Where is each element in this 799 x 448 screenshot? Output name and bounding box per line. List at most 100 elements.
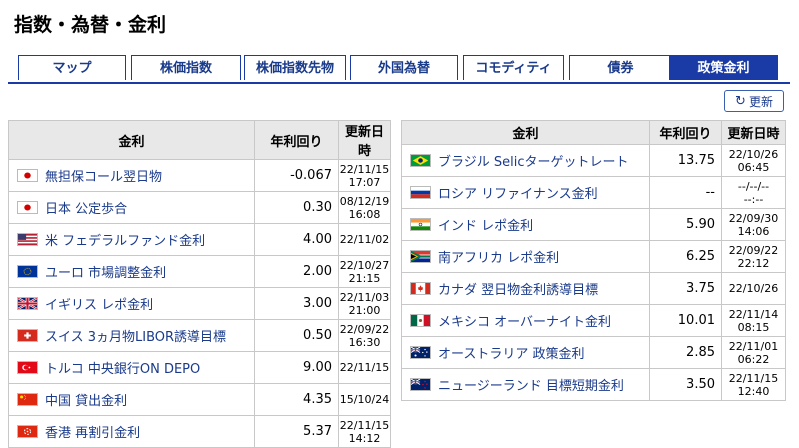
rate-name-link[interactable]: ロシア リファイナンス金利	[438, 187, 598, 202]
rate-row: インド レポ金利 5.90 22/09/30 14:06	[401, 208, 786, 241]
rate-row: カナダ 翌日物金利誘導目標 3.75 22/10/26	[401, 272, 786, 305]
rate-value: 13.75	[649, 144, 722, 177]
rate-value: 3.50	[649, 368, 722, 401]
rate-name-link[interactable]: ユーロ 市場調整金利	[45, 266, 166, 281]
flag-za-icon	[410, 250, 431, 263]
rates-table-right: 金利 年利回り 更新日時 ブラジル Selicターゲットレート 13.75 22/1…	[401, 120, 786, 401]
rate-updated-cell: 22/10/27 21:15	[338, 255, 391, 288]
tab-bar: マップ 株価指数 株価指数先物 外国為替 コモディティ 債券 政策金利	[8, 55, 790, 84]
rate-name-link[interactable]: メキシコ オーバーナイト金利	[438, 315, 611, 330]
rate-updated-cell: 22/11/02	[338, 223, 391, 256]
rate-name-cell: 無担保コール翌日物	[8, 159, 255, 192]
rate-value: 2.00	[254, 255, 339, 288]
rate-value: 3.00	[254, 287, 339, 320]
rate-name-cell: イギリス レポ金利	[8, 287, 255, 320]
rate-updated-cell: 22/10/26 06:45	[721, 144, 786, 177]
rate-updated-time: 17:07	[348, 175, 381, 189]
rate-name-cell: 中国 貸出金利	[8, 383, 255, 416]
rate-updated-date: 22/10/26	[728, 282, 779, 295]
rate-row: イギリス レポ金利 3.00 22/11/03 21:00	[8, 287, 391, 320]
rate-row: 米 フェデラルファンド金利 4.00 22/11/02	[8, 223, 391, 256]
rate-updated-date: 15/10/24	[339, 393, 390, 406]
col-header-rate: 年利回り	[649, 120, 722, 145]
flag-mx-icon	[410, 314, 431, 327]
rate-value: 4.00	[254, 223, 339, 256]
rate-updated-date: 22/10/27	[339, 258, 390, 272]
rate-updated-date: 22/11/03	[339, 290, 390, 304]
flag-gb-icon	[17, 297, 38, 310]
rate-name-link[interactable]: 中国 貸出金利	[45, 394, 127, 409]
rate-row: スイス 3ヵ月物LIBOR誘導目標 0.50 22/09/22 16:30	[8, 319, 391, 352]
tab-forex[interactable]: 外国為替	[350, 55, 458, 80]
refresh-button[interactable]: ↻ 更新	[724, 90, 784, 112]
rate-updated-cell: 22/11/03 21:00	[338, 287, 391, 320]
rate-name-link[interactable]: カナダ 翌日物金利誘導目標	[438, 283, 598, 298]
tab-map[interactable]: マップ	[18, 55, 126, 80]
tab-policy-rate[interactable]: 政策金利	[669, 55, 778, 80]
rate-name-cell: 米 フェデラルファンド金利	[8, 223, 255, 256]
rate-value: 9.00	[254, 351, 339, 384]
rate-value: 10.01	[649, 304, 722, 337]
rate-updated-time: 21:15	[348, 271, 381, 285]
rate-name-cell: ブラジル Selicターゲットレート	[401, 144, 650, 177]
rate-row: ユーロ 市場調整金利 2.00 22/10/27 21:15	[8, 255, 391, 288]
rate-name-link[interactable]: 南アフリカ レポ金利	[438, 251, 559, 266]
rate-row: トルコ 中央銀行ON DEPO 9.00 22/11/15	[8, 351, 391, 384]
rate-name-cell: カナダ 翌日物金利誘導目標	[401, 272, 650, 305]
col-header-rate: 年利回り	[254, 120, 339, 160]
rate-name-link[interactable]: 日本 公定歩合	[45, 202, 127, 217]
tab-bonds[interactable]: 債券	[569, 55, 672, 80]
flag-ch-icon	[17, 329, 38, 342]
rate-updated-time: 22:12	[737, 256, 770, 270]
rate-name-cell: インド レポ金利	[401, 208, 650, 241]
rate-name-link[interactable]: トルコ 中央銀行ON DEPO	[45, 362, 200, 377]
rate-value: 5.90	[649, 208, 722, 241]
rate-updated-time: 12:40	[737, 384, 770, 398]
page-title: 指数・為替・金利	[14, 14, 167, 36]
rate-updated-date: 22/11/15	[728, 371, 779, 385]
col-header-name: 金利	[401, 120, 650, 145]
refresh-label: 更新	[748, 94, 773, 109]
flag-br-icon	[410, 154, 431, 167]
rate-value: 3.75	[649, 272, 722, 305]
rate-row: オーストラリア 政策金利 2.85 22/11/01 06:22	[401, 336, 786, 369]
col-header-updated: 更新日時	[338, 120, 391, 160]
tab-stock-index[interactable]: 株価指数	[131, 55, 241, 80]
rate-name-link[interactable]: 米 フェデラルファンド金利	[45, 234, 205, 249]
tab-commodity[interactable]: コモディティ	[463, 55, 564, 80]
rate-name-link[interactable]: スイス 3ヵ月物LIBOR誘導目標	[45, 330, 226, 345]
flag-cn-icon	[17, 393, 38, 406]
rate-name-link[interactable]: インド レポ金利	[438, 219, 533, 234]
rate-name-cell: ユーロ 市場調整金利	[8, 255, 255, 288]
rate-updated-cell: 22/09/22 16:30	[338, 319, 391, 352]
flag-au-icon	[410, 346, 431, 359]
rate-value: -0.067	[254, 159, 339, 192]
rate-value: --	[649, 176, 722, 209]
rate-name-cell: スイス 3ヵ月物LIBOR誘導目標	[8, 319, 255, 352]
tab-index-futures[interactable]: 株価指数先物	[244, 55, 346, 80]
rate-name-link[interactable]: 無担保コール翌日物	[45, 170, 162, 185]
rate-name-cell: オーストラリア 政策金利	[401, 336, 650, 369]
rate-name-cell: 日本 公定歩合	[8, 191, 255, 224]
rate-updated-time: 14:06	[737, 224, 770, 238]
col-header-updated: 更新日時	[721, 120, 786, 145]
rate-name-cell: メキシコ オーバーナイト金利	[401, 304, 650, 337]
rate-updated-cell: 22/11/15	[338, 351, 391, 384]
rate-updated-cell: 22/10/26	[721, 272, 786, 305]
rate-value: 2.85	[649, 336, 722, 369]
rate-updated-time: 06:45	[737, 160, 770, 174]
flag-ca-icon	[410, 282, 431, 295]
rate-name-link[interactable]: オーストラリア 政策金利	[438, 347, 584, 362]
rate-row: ニュージーランド 目標短期金利 3.50 22/11/15 12:40	[401, 368, 786, 401]
rate-name-link[interactable]: ニュージーランド 目標短期金利	[438, 379, 624, 394]
rate-name-link[interactable]: イギリス レポ金利	[45, 298, 153, 313]
rate-name-cell: トルコ 中央銀行ON DEPO	[8, 351, 255, 384]
rate-updated-date: --/--/--	[737, 179, 770, 193]
rate-updated-date: 22/09/22	[728, 243, 779, 257]
rate-name-link[interactable]: ブラジル Selicターゲットレート	[438, 155, 629, 170]
rate-name-link[interactable]: 香港 再割引金利	[45, 426, 140, 441]
rate-updated-cell: 22/11/14 08:15	[721, 304, 786, 337]
rate-row: メキシコ オーバーナイト金利 10.01 22/11/14 08:15	[401, 304, 786, 337]
rate-updated-date: 22/09/30	[728, 211, 779, 225]
rate-updated-cell: --/--/-- --:--	[721, 176, 786, 209]
